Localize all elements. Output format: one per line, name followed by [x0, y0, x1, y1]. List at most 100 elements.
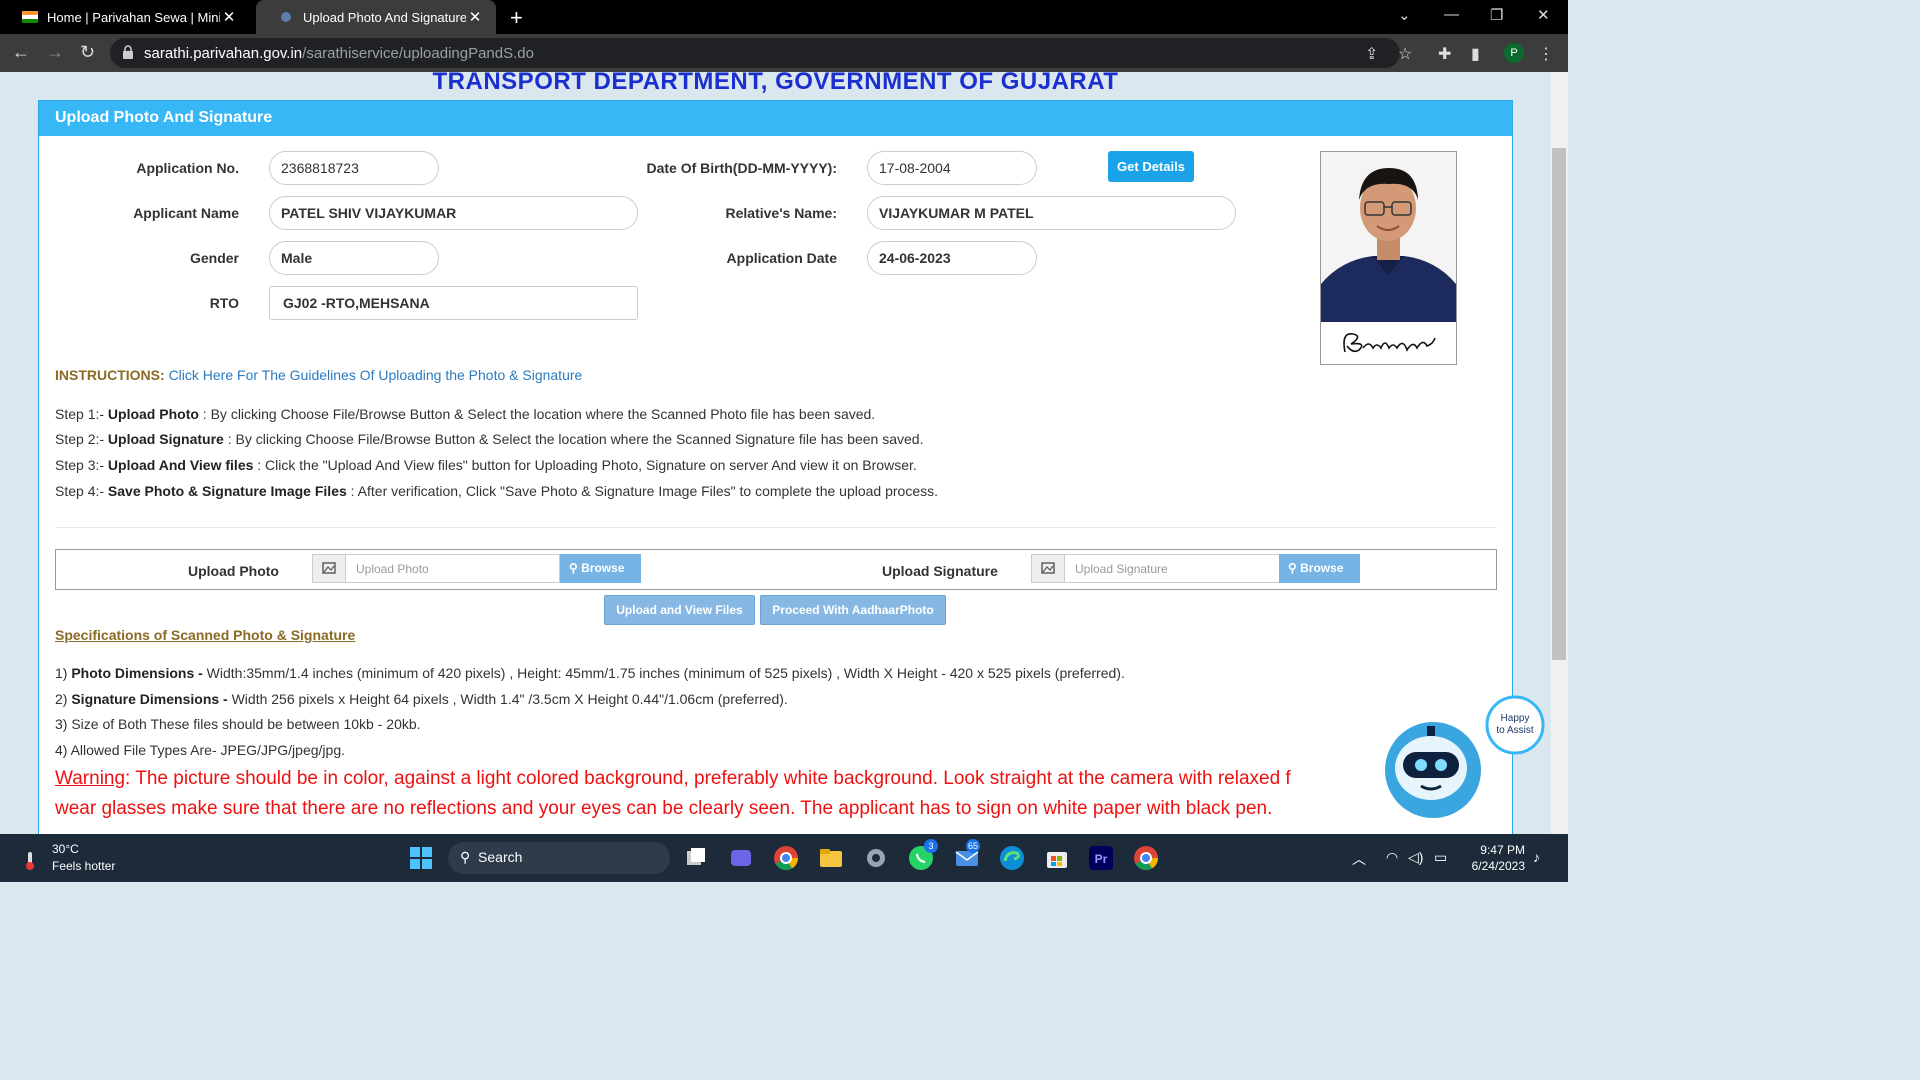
settings-gear-icon[interactable] — [863, 845, 889, 871]
file-explorer-icon[interactable] — [818, 845, 844, 871]
tab-title: Upload Photo And Signature — [303, 9, 466, 25]
weather-text: Feels hotter — [52, 859, 116, 873]
url-path: /sarathiservice/uploadingPandS.do — [302, 45, 534, 62]
step-text: : By clicking Choose File/Browse Button … — [198, 406, 876, 422]
chrome-icon[interactable] — [773, 845, 799, 871]
mail-badge: 65 — [966, 839, 981, 853]
taskbar-search[interactable]: ⚲ Search — [448, 842, 670, 874]
search-icon: ⚲ — [460, 849, 471, 865]
search-label: Search — [478, 849, 523, 865]
new-tab-button[interactable]: + — [510, 5, 523, 31]
url-field[interactable]: sarathi.parivahan.gov.in/sarathiservice/… — [110, 38, 1400, 68]
url-text: sarathi.parivahan.gov.in/sarathiservice/… — [144, 45, 534, 62]
meet-icon[interactable] — [728, 845, 754, 871]
side-panel-icon[interactable]: ▮ — [1471, 44, 1480, 64]
close-icon[interactable]: ✕ — [466, 8, 484, 26]
guidelines-link[interactable]: Click Here For The Guidelines Of Uploadi… — [169, 367, 583, 383]
scrollbar-thumb[interactable] — [1552, 148, 1566, 660]
divider — [55, 527, 1497, 528]
step-title: Save Photo & Signature Image Files — [107, 483, 347, 499]
reload-icon[interactable]: ↻ — [80, 42, 95, 63]
window-close-icon[interactable]: ✕ — [1537, 6, 1550, 24]
specifications-heading: Specifications of Scanned Photo & Signat… — [55, 627, 356, 643]
photo-browse-button[interactable]: ⚲ Browse — [560, 554, 641, 583]
tab-search-icon[interactable]: ⌄ — [1398, 6, 1411, 24]
battery-icon[interactable]: ▭ — [1434, 849, 1447, 866]
task-view-icon[interactable] — [683, 845, 709, 871]
share-icon[interactable]: ⇪ — [1365, 44, 1378, 64]
gender-field[interactable]: Male — [269, 241, 439, 275]
premiere-pro-icon[interactable]: Pr — [1088, 845, 1114, 871]
bookmark-star-icon[interactable]: ☆ — [1398, 44, 1412, 64]
application-no-field[interactable]: 2368818723 — [269, 151, 439, 185]
browser-tab-bar: Home | Parivahan Sewa | Ministry ✕ Uploa… — [0, 0, 1568, 34]
time: 9:47 PM — [1480, 843, 1525, 857]
photo-file-icon — [312, 554, 346, 583]
store-icon[interactable] — [1044, 845, 1070, 871]
browse-label: Browse — [581, 561, 625, 575]
spec-text: Allowed File Types Are- JPEG/JPG/jpeg/jp… — [67, 742, 345, 758]
step-text: : After verification, Click "Save Photo … — [346, 483, 938, 499]
step-prefix: Step 4:- — [55, 483, 105, 499]
forward-icon[interactable]: → — [46, 42, 64, 63]
extensions-icon[interactable]: ✚ — [1438, 44, 1451, 64]
tray-chevron-icon[interactable]: ︿ — [1352, 849, 1366, 869]
back-icon[interactable]: ← — [12, 42, 30, 63]
page-viewport: TRANSPORT DEPARTMENT, GOVERNMENT OF GUJA… — [0, 72, 1551, 834]
relative-name-field[interactable]: VIJAYKUMAR M PATEL — [867, 196, 1236, 230]
volume-icon[interactable]: ◁) — [1408, 849, 1423, 866]
step-1: Step 1:- Upload Photo : By clicking Choo… — [55, 406, 875, 422]
tab-home[interactable]: Home | Parivahan Sewa | Ministry ✕ — [0, 0, 250, 34]
applicant-name-field[interactable]: PATEL SHIV VIJAYKUMAR — [269, 196, 638, 230]
step-title: Upload And View files — [107, 457, 254, 473]
clock[interactable]: 9:47 PM 6/24/2023 — [1463, 842, 1525, 874]
signature-browse-button[interactable]: ⚲ Browse — [1279, 554, 1360, 583]
photo-preview — [1320, 151, 1457, 365]
step-prefix: Step 3:- — [55, 457, 105, 473]
menu-icon[interactable]: ⋮ — [1538, 44, 1554, 64]
applicant-signature — [1323, 324, 1454, 362]
instructions: INSTRUCTIONS: Click Here For The Guideli… — [55, 367, 582, 383]
tab-upload-photo[interactable]: Upload Photo And Signature ✕ — [256, 0, 496, 34]
upload-signature-label: Upload Signature — [882, 563, 998, 579]
application-date-field[interactable]: 24-06-2023 — [867, 241, 1037, 275]
spec-item: 3) Size of Both These files should be be… — [55, 716, 421, 732]
application-date-label: Application Date — [726, 250, 837, 266]
url-domain: sarathi.parivahan.gov.in — [144, 45, 303, 62]
close-icon[interactable]: ✕ — [220, 8, 238, 26]
department-title: TRANSPORT DEPARTMENT, GOVERNMENT OF GUJA… — [432, 72, 1119, 95]
step-title: Upload Signature — [107, 431, 224, 447]
windows-start-icon[interactable] — [408, 845, 434, 871]
chrome-profile-icon[interactable] — [1133, 845, 1159, 871]
applicant-name-label: Applicant Name — [133, 205, 239, 221]
whatsapp-badge: 3 — [924, 839, 938, 853]
step-2: Step 2:- Upload Signature : By clicking … — [55, 431, 923, 447]
minimize-icon[interactable]: — — [1444, 6, 1459, 23]
step-prefix: Step 1:- — [55, 406, 105, 422]
spec-item: 2) Signature Dimensions - Width 256 pixe… — [55, 691, 788, 707]
rto-label: RTO — [209, 295, 239, 311]
spec-title: Photo Dimensions - — [71, 665, 203, 681]
signature-file-icon — [1031, 554, 1065, 583]
wifi-icon[interactable]: ◠ — [1386, 849, 1398, 866]
spec-title: Signature Dimensions - — [71, 691, 228, 707]
notification-bell-icon[interactable]: ♪ — [1533, 849, 1540, 865]
proceed-with-aadhaar-photo-button[interactable]: Proceed With AadhaarPhoto — [760, 595, 946, 625]
profile-avatar[interactable]: P — [1504, 43, 1524, 63]
assistant-bot-icon[interactable]: Happy to Assist — [1385, 690, 1547, 826]
tab-title: Home | Parivahan Sewa | Ministry — [47, 9, 220, 25]
restore-icon[interactable]: ❐ — [1490, 6, 1503, 24]
dob-field[interactable]: 17-08-2004 — [867, 151, 1037, 185]
assistant-text-2: to Assist — [1496, 725, 1533, 736]
upload-photo-input[interactable]: Upload Photo — [346, 554, 560, 583]
upload-photo-label: Upload Photo — [188, 563, 279, 579]
weather-widget[interactable]: 30°C Feels hotter — [20, 842, 115, 873]
edge-icon[interactable] — [999, 845, 1025, 871]
get-details-button[interactable]: Get Details — [1108, 151, 1194, 182]
upload-and-view-files-button[interactable]: Upload and View Files — [604, 595, 755, 625]
rto-field[interactable]: GJ02 -RTO,MEHSANA — [269, 286, 638, 320]
panel-title: Upload Photo And Signature — [39, 101, 1512, 136]
svg-text:Pr: Pr — [1095, 852, 1108, 866]
spec-num: 2) — [55, 691, 68, 707]
upload-signature-input[interactable]: Upload Signature — [1065, 554, 1280, 583]
